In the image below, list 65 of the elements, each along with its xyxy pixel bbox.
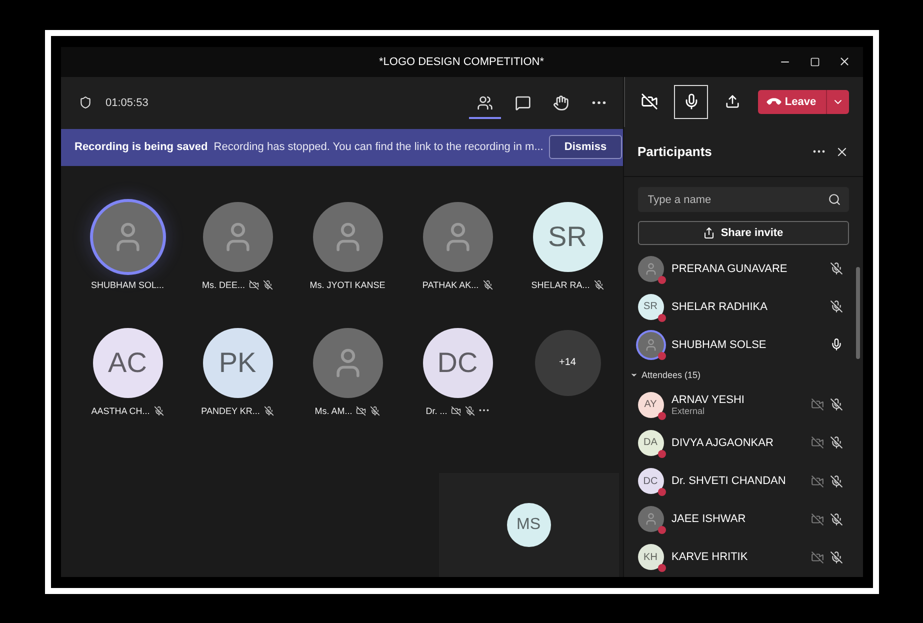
- participant-row[interactable]: SR SHELAR RADHIKA: [624, 288, 862, 326]
- avatar-initials: KH: [638, 544, 664, 570]
- share-invite-button[interactable]: Share invite: [638, 220, 848, 246]
- participant-name: SHUBHAM SOLSE: [672, 338, 768, 351]
- people-icon: [476, 94, 492, 110]
- avatar-initials: DC: [638, 468, 664, 494]
- mic-button[interactable]: [674, 84, 708, 119]
- chat-icon: [514, 94, 530, 110]
- attendees-section-header[interactable]: Attendees (15): [624, 364, 707, 386]
- share-screen-icon: [725, 94, 740, 110]
- avatar-initials: SR: [638, 294, 664, 320]
- avatar-initials: DC: [422, 328, 492, 398]
- search-field[interactable]: Type a name: [638, 187, 848, 212]
- participant-name: Dr. ...: [426, 406, 448, 416]
- hand-icon: [552, 94, 568, 110]
- participant-subtitle: External: [672, 406, 706, 416]
- participant-name: DIVYA AJGAONKAR: [672, 436, 774, 449]
- participant-row[interactable]: KH KARVE HRITIK: [624, 538, 862, 576]
- participant-row[interactable]: DC Dr. SHVETI CHANDAN: [624, 462, 862, 500]
- participant-name: PATHAK AK...: [422, 280, 479, 290]
- avatar-initials: SR: [532, 202, 602, 272]
- banner-title: Recording is being saved: [74, 141, 208, 153]
- window-title: *LOGO DESIGN COMPETITION*: [378, 56, 546, 68]
- leave-button[interactable]: Leave: [758, 90, 826, 114]
- camera-off-icon: [640, 93, 658, 110]
- participant-name: JAEE ISHWAR: [672, 513, 747, 526]
- participant-name: SHELAR RADHIKA: [672, 300, 768, 313]
- avatar-initials: MS: [506, 502, 550, 546]
- participant-row[interactable]: SHUBHAM SOLSE: [624, 326, 862, 364]
- banner-message: Recording has stopped. You can find the link to the recording in m...: [214, 141, 544, 153]
- avatar-photo-placeholder: [638, 256, 664, 282]
- participant-name: SHUBHAM SOL...: [90, 280, 164, 290]
- participant-row[interactable]: JAEE ISHWAR: [624, 500, 862, 538]
- avatar-initials: DA: [638, 430, 664, 456]
- leave-options-button[interactable]: [826, 90, 848, 114]
- shield-icon: [78, 96, 92, 109]
- panel-title: Participants: [638, 144, 712, 160]
- participant-name: AASTHA CH...: [91, 406, 150, 416]
- avatar-photo-placeholder: [638, 506, 664, 532]
- participant-name: Ms. JYOTI KANSE: [310, 280, 386, 290]
- search-input[interactable]: Type a name: [646, 192, 828, 207]
- dismiss-button[interactable]: Dismiss: [549, 135, 622, 159]
- participant-name: Ms. DEE...: [202, 280, 245, 290]
- more-icon: [479, 409, 490, 412]
- participant-row[interactable]: DA DIVYA AJGAONKAR: [624, 424, 862, 462]
- participant-row[interactable]: PRERANA GUNAVARE: [624, 249, 862, 288]
- share-icon: [702, 227, 715, 240]
- participant-name: Ms. AM...: [314, 406, 352, 416]
- participant-name: Dr. SHVETI CHANDAN: [672, 475, 787, 488]
- participant-name: KARVE HRITIK: [672, 551, 749, 564]
- more-icon: [592, 100, 606, 104]
- participant-name: ARNAV YESHI: [672, 394, 746, 406]
- more-icon: [812, 150, 824, 154]
- overflow-count[interactable]: +14: [534, 330, 600, 396]
- participant-name: PANDEY KR...: [201, 406, 260, 416]
- participant-name: PRERANA GUNAVARE: [672, 262, 788, 275]
- meeting-timer: 01:05:53: [106, 96, 148, 108]
- participant-name: SHELAR RA...: [531, 280, 590, 290]
- search-icon: [828, 193, 840, 206]
- participant-row[interactable]: AY ARNAV YESHI External: [624, 386, 862, 424]
- avatar-initials: PK: [202, 328, 272, 398]
- more-button[interactable]: [812, 150, 824, 154]
- scrollbar-thumb[interactable]: [856, 266, 860, 358]
- avatar-initials: AY: [638, 392, 664, 418]
- avatar-initials: AC: [92, 328, 162, 398]
